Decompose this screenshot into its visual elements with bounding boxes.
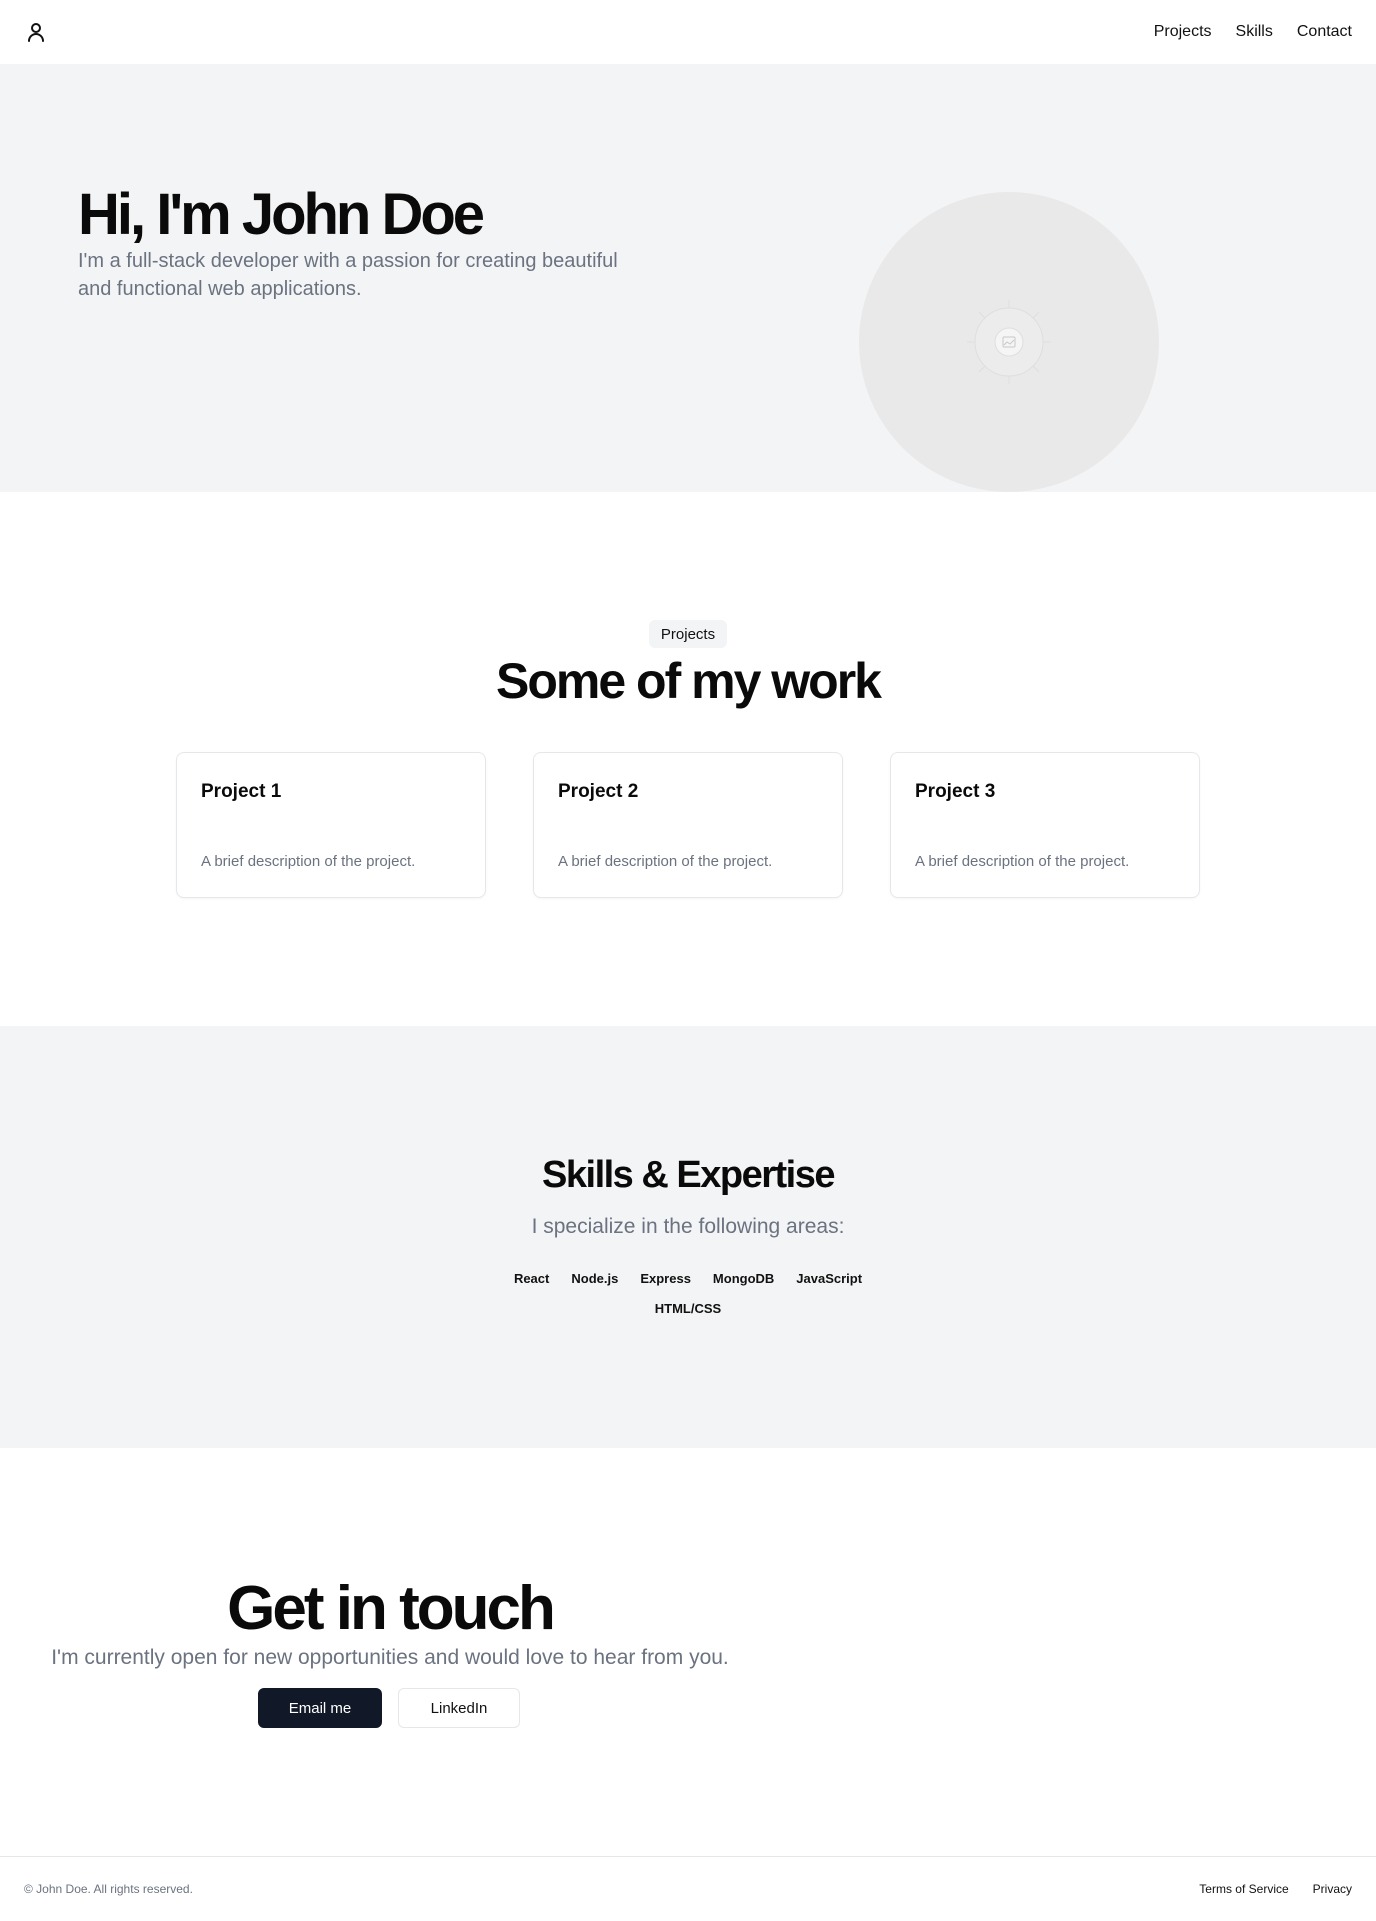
- email-me-button[interactable]: Email me: [258, 1688, 382, 1728]
- skill-item: HTML/CSS: [654, 1301, 722, 1316]
- hero-subtitle: I'm a full-stack developer with a passio…: [78, 250, 618, 300]
- site-footer: © John Doe. All rights reserved. Terms o…: [0, 1856, 1376, 1921]
- project-card-title: Project 2: [558, 781, 639, 802]
- projects-pill: Projects: [649, 620, 727, 648]
- nav-link-projects[interactable]: Projects: [1154, 23, 1212, 41]
- skills-subtitle: I specialize in the following areas:: [531, 1215, 845, 1238]
- privacy-link[interactable]: Privacy: [1313, 1882, 1352, 1896]
- hero-section: Hi, I'm John Doe I'm a full-stack develo…: [0, 64, 1376, 492]
- project-card[interactable]: Project 3 A brief description of the pro…: [890, 752, 1200, 898]
- skill-item: Express: [640, 1271, 691, 1286]
- contact-subtitle: I'm currently open for new opportunities…: [51, 1646, 729, 1669]
- main-nav: Projects Skills Contact: [1154, 23, 1352, 41]
- hero-title: Hi, I'm John Doe: [78, 182, 485, 247]
- project-card[interactable]: Project 2 A brief description of the pro…: [533, 752, 843, 898]
- site-header: Projects Skills Contact: [0, 0, 1376, 64]
- terms-of-service-link[interactable]: Terms of Service: [1199, 1882, 1288, 1896]
- hero-profile-image: [859, 192, 1159, 492]
- skill-item: Node.js: [571, 1271, 619, 1286]
- project-card[interactable]: Project 1 A brief description of the pro…: [176, 752, 486, 898]
- projects-title: Some of my work: [496, 653, 882, 709]
- nav-link-contact[interactable]: Contact: [1297, 23, 1352, 41]
- copyright-text: © John Doe. All rights reserved.: [24, 1882, 193, 1896]
- skill-item: MongoDB: [712, 1271, 775, 1286]
- footer-links: Terms of Service Privacy: [1199, 1882, 1352, 1896]
- linkedin-button[interactable]: LinkedIn: [398, 1688, 520, 1728]
- project-card-description: A brief description of the project.: [201, 853, 416, 870]
- skill-item: React: [513, 1271, 550, 1286]
- skills-title: Skills & Expertise: [542, 1154, 835, 1196]
- project-card-description: A brief description of the project.: [915, 853, 1130, 870]
- home-logo-link[interactable]: [24, 20, 48, 44]
- skill-item: JavaScript: [796, 1271, 863, 1286]
- contact-title: Get in touch: [227, 1574, 556, 1643]
- project-card-title: Project 1: [201, 781, 282, 802]
- skills-list: React Node.js Express MongoDB JavaScript: [0, 1271, 1376, 1286]
- nav-link-skills[interactable]: Skills: [1236, 23, 1273, 41]
- project-card-title: Project 3: [915, 781, 996, 802]
- image-placeholder-icon: [967, 300, 1051, 384]
- skills-section: Skills & Expertise I specialize in the f…: [0, 1026, 1376, 1448]
- user-icon: [28, 23, 44, 42]
- projects-section: Projects Some of my work Project 1 A bri…: [0, 492, 1376, 1026]
- project-card-description: A brief description of the project.: [558, 853, 773, 870]
- contact-section: Get in touch I'm currently open for new …: [0, 1448, 1376, 1856]
- skills-list-row-2: HTML/CSS: [0, 1301, 1376, 1316]
